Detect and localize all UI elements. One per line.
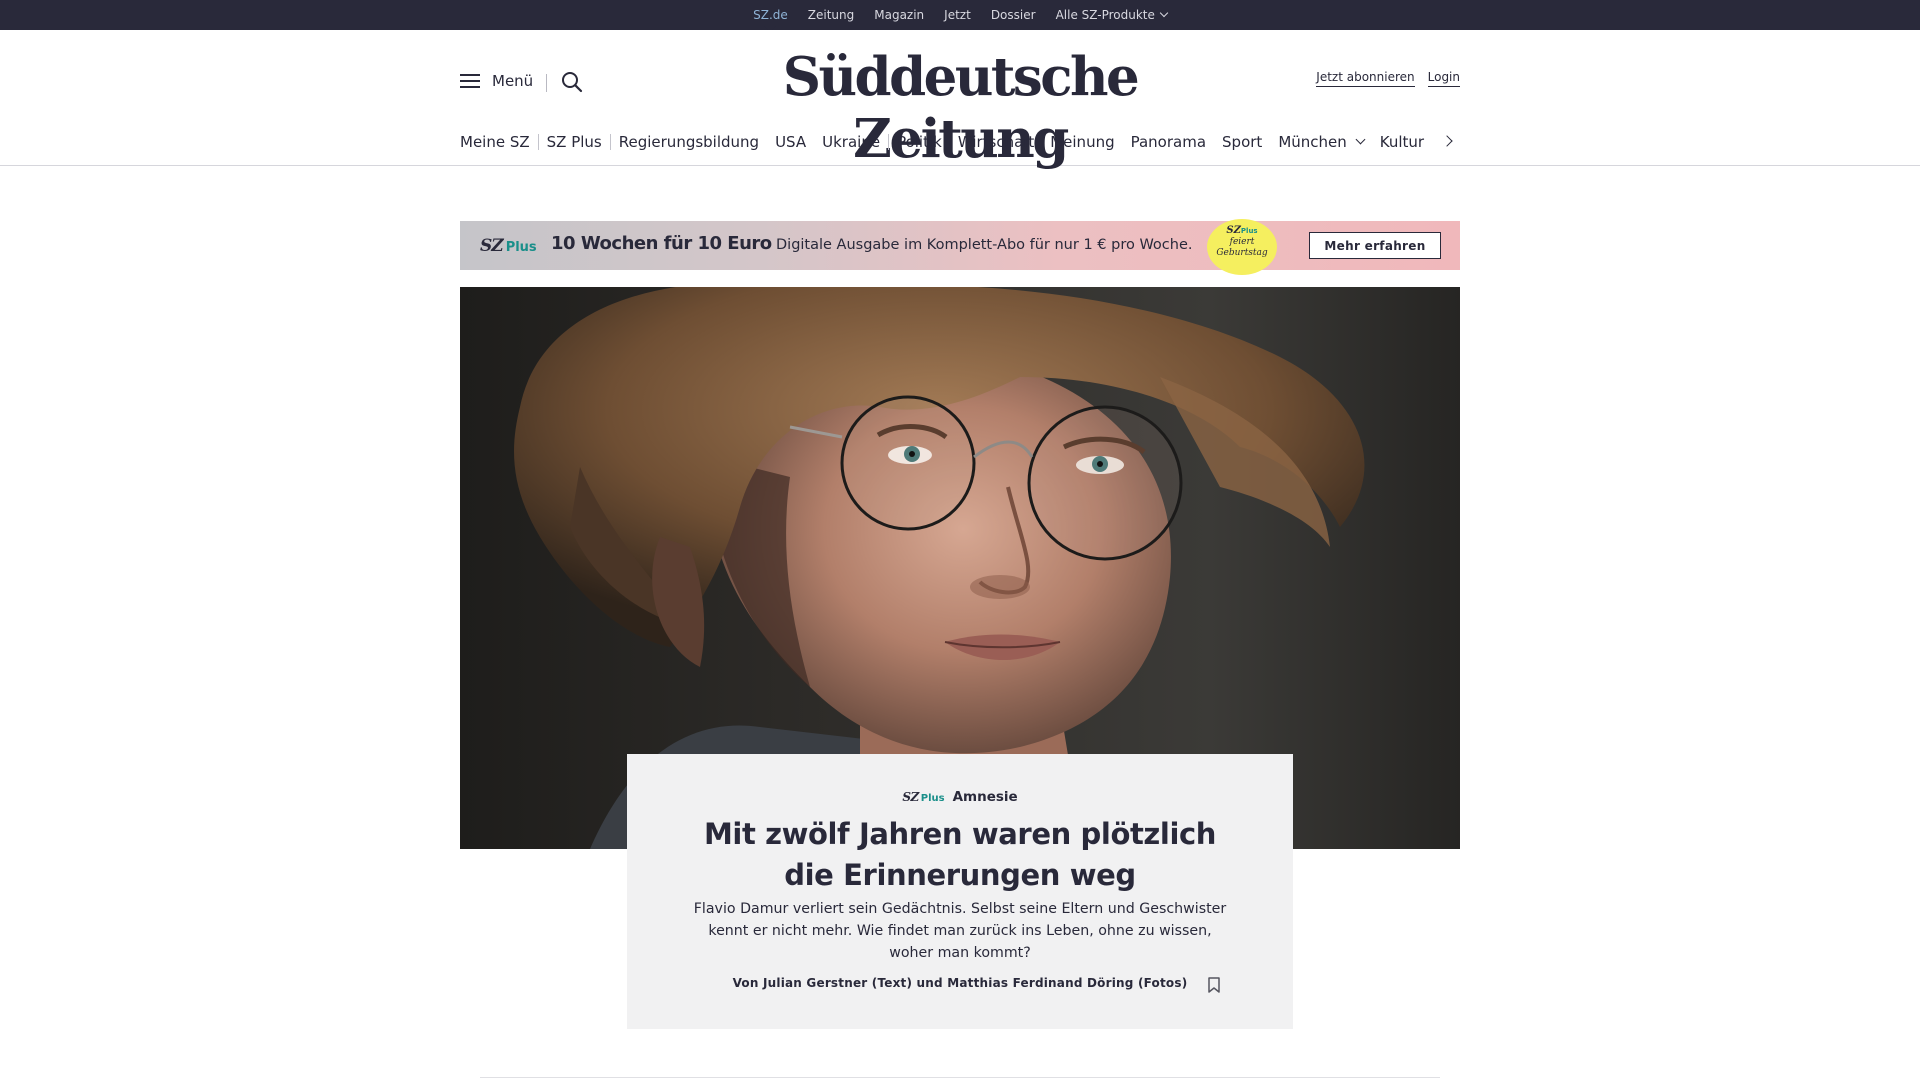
article-kicker: SZ Plus Amnesie [627, 789, 1293, 805]
nav-item-sport[interactable]: Sport [1214, 133, 1270, 151]
account-links: Jetzt abonnieren Login [1316, 70, 1460, 87]
search-icon[interactable] [560, 70, 584, 94]
product-bar: SZ.de Zeitung Magazin Jetzt Dossier Alle… [0, 0, 1920, 32]
ressort-nav: Meine SZ SZ Plus Regierungsbildung USA U… [460, 130, 1460, 154]
nav-item-panorama[interactable]: Panorama [1123, 133, 1214, 151]
all-products-label: Alle SZ-Produkte [1055, 8, 1155, 22]
chevron-right-icon[interactable] [1442, 134, 1456, 148]
kicker-text: Amnesie [952, 789, 1018, 805]
nav-item-politik[interactable]: Politik [889, 133, 950, 151]
product-link-dossier[interactable]: Dossier [991, 8, 1036, 22]
product-link-all-products[interactable]: Alle SZ-Produkte [1055, 8, 1169, 22]
nav-item-sz-plus[interactable]: SZ Plus [539, 133, 610, 151]
subscribe-link[interactable]: Jetzt abonnieren [1316, 70, 1415, 87]
chevron-down-icon [1159, 8, 1169, 18]
nav-item-wirtschaft[interactable]: Wirtschaft [950, 133, 1042, 151]
site-header: Menü Süddeutsche Zeitung Jetzt abonniere… [0, 30, 1920, 170]
sz-plus-logo: SZ Plus [902, 790, 945, 804]
menu-button[interactable]: Menü [460, 72, 533, 90]
nav-item-muenchen[interactable]: München [1270, 133, 1371, 151]
badge-line1: feiert [1229, 237, 1255, 247]
article-teaser-card[interactable]: SZ Plus Amnesie Mit zwölf Jahren waren pl… [627, 754, 1293, 1029]
menu-label: Menü [492, 72, 534, 90]
learn-more-button[interactable]: Mehr erfahren [1309, 232, 1441, 259]
login-link[interactable]: Login [1427, 70, 1460, 87]
birthday-badge: SZPlus feiert Geburtstag [1207, 219, 1277, 275]
section-divider [480, 1077, 1440, 1078]
headline-line-1: Mit zwölf Jahren waren plötzlich [703, 817, 1217, 851]
article-byline: Von Julian Gerstner (Text) und Matthias … [732, 976, 1188, 990]
headline-line-2: die Erinnerungen weg [784, 858, 1136, 892]
sz-plus-logo: SZ Plus [480, 236, 537, 256]
nav-item-muenchen-label: München [1278, 133, 1347, 151]
nav-item-kultur[interactable]: Kultur [1372, 133, 1432, 151]
bookmark-icon[interactable] [1208, 977, 1220, 993]
nav-item-regierungsbildung[interactable]: Regierungsbildung [611, 133, 767, 151]
article-teaser-text: Flavio Damur verliert sein Gedächtnis. S… [693, 901, 1227, 961]
header-divider [546, 74, 547, 92]
nav-item-meinung[interactable]: Meinung [1042, 133, 1122, 151]
product-link-szde[interactable]: SZ.de [753, 8, 788, 32]
promo-banner[interactable]: SZ Plus 10 Wochen für 10 Euro Digitale Au… [460, 219, 1460, 275]
nav-item-ukraine[interactable]: Ukraine [814, 133, 888, 151]
nav-item-meine-sz[interactable]: Meine SZ [460, 133, 538, 151]
hamburger-icon [460, 73, 480, 89]
chevron-down-icon [1355, 134, 1366, 145]
badge-line2: Geburtstag [1216, 248, 1268, 258]
badge-logo: SZPlus [1226, 225, 1258, 236]
product-link-jetzt[interactable]: Jetzt [944, 8, 971, 22]
product-link-magazin[interactable]: Magazin [874, 8, 924, 22]
article-headline[interactable]: Mit zwölf Jahren waren plötzlich die Eri… [687, 814, 1233, 896]
promo-text: Digitale Ausgabe im Komplett-Abo für nur… [776, 237, 1193, 253]
product-link-zeitung[interactable]: Zeitung [808, 8, 854, 22]
promo-headline: 10 Wochen für 10 Euro [551, 233, 772, 254]
nav-item-usa[interactable]: USA [767, 133, 814, 151]
